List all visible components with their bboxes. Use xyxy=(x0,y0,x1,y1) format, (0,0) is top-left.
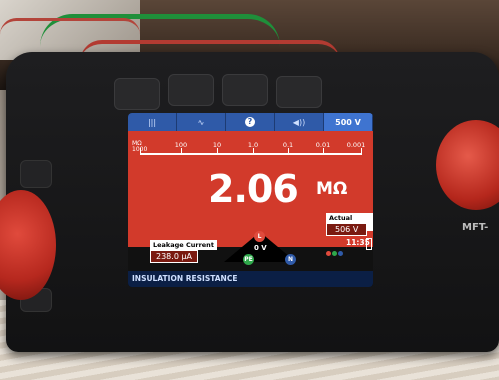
terminal-voltage: 0 V xyxy=(254,244,267,252)
scale-tick xyxy=(140,148,141,153)
scale-label: 10 xyxy=(212,141,222,149)
actual-voltage-value: 506 V xyxy=(326,223,368,236)
voltage-setting-label: 500 V xyxy=(335,117,361,127)
tab-bars[interactable]: ||| xyxy=(128,113,177,131)
scale-label: 1.0 xyxy=(247,141,259,149)
wave-icon: ∿ xyxy=(197,117,205,127)
sound-icon: ◀)) xyxy=(292,117,306,127)
device-model-label: MFT- xyxy=(462,222,489,233)
bars-icon: ||| xyxy=(147,117,157,127)
resistance-unit: MΩ xyxy=(316,179,348,199)
status-dot-red xyxy=(326,251,331,256)
resistance-reading: 2.06 xyxy=(208,167,299,211)
top-button-3[interactable] xyxy=(222,74,268,106)
top-button-2[interactable] xyxy=(168,74,214,106)
side-button-settings[interactable] xyxy=(20,160,52,188)
photo-scene: MFT- ||| ∿ ? ◀)) 500 V MΩ1000 100 10 1.0 xyxy=(0,0,499,380)
terminal-l-icon: L xyxy=(254,231,265,242)
scale-label: 0.001 xyxy=(346,141,366,149)
red-wire-2 xyxy=(0,18,140,51)
terminal-pe-icon: PE xyxy=(243,254,254,265)
tab-wave[interactable]: ∿ xyxy=(177,113,226,131)
scale-label: 100 xyxy=(174,141,188,149)
tab-bar: ||| ∿ ? ◀)) 500 V xyxy=(128,113,373,131)
status-dot-green xyxy=(332,251,337,256)
leakage-current-value: 238.0 µA xyxy=(150,250,199,263)
terminal-n-icon: N xyxy=(285,254,296,265)
mode-label: INSULATION RESISTANCE xyxy=(128,271,373,287)
scale-label: 0.1 xyxy=(282,141,294,149)
status-indicators xyxy=(326,241,344,260)
top-button-4[interactable] xyxy=(276,76,322,108)
tab-voltage[interactable]: 500 V xyxy=(324,113,373,131)
status-dot-blue xyxy=(338,251,343,256)
battery-icon xyxy=(366,238,372,250)
display-screen: ||| ∿ ? ◀)) 500 V MΩ1000 100 10 1.0 0.1 … xyxy=(128,113,373,287)
scale-bar xyxy=(140,153,362,155)
top-button-1[interactable] xyxy=(114,78,160,110)
tab-help[interactable]: ? xyxy=(226,113,275,131)
scale-label: 0.01 xyxy=(315,141,331,149)
help-icon: ? xyxy=(245,117,255,127)
tab-sound[interactable]: ◀)) xyxy=(275,113,324,131)
leakage-current-title: Leakage Current xyxy=(150,240,217,250)
